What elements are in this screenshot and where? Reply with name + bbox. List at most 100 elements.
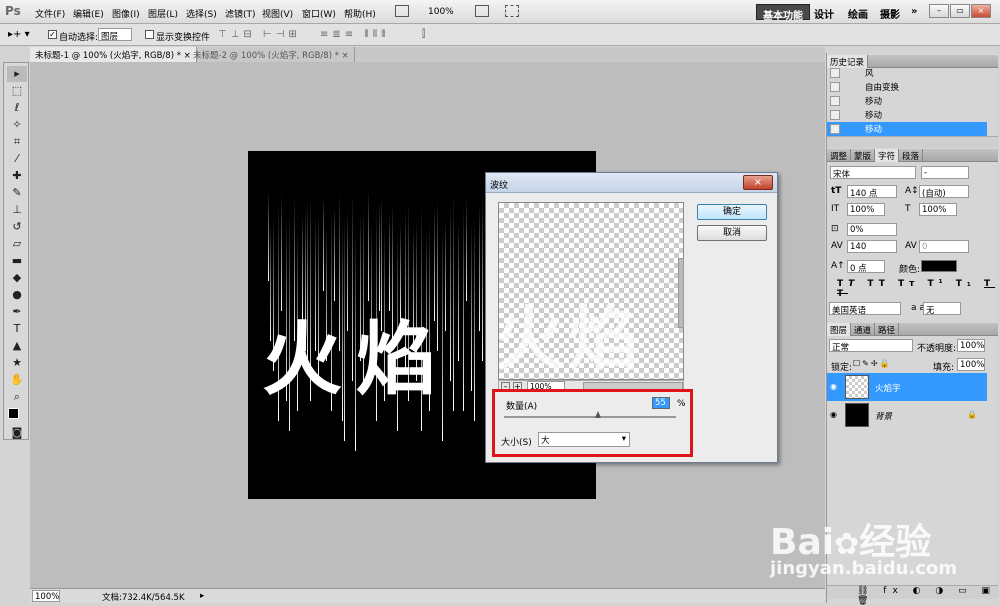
tab-adjustments[interactable]: 调整 bbox=[827, 149, 852, 162]
zoom-level-dropdown[interactable]: 100% bbox=[428, 7, 454, 17]
history-item-selected[interactable]: 移动 bbox=[827, 122, 987, 136]
type-tool-icon[interactable]: T bbox=[7, 321, 27, 337]
streak-line bbox=[458, 221, 459, 361]
gradient-tool-icon[interactable]: ▬ bbox=[7, 253, 27, 269]
fill-field[interactable]: 100% bbox=[957, 358, 985, 371]
eraser-tool-icon[interactable]: ▱ bbox=[7, 236, 27, 252]
pen-tool-icon[interactable]: ✒ bbox=[7, 304, 27, 320]
marquee-tool-icon[interactable]: ⬚ bbox=[7, 83, 27, 99]
layer-row-background[interactable]: ◉ 背景 🔒 bbox=[827, 401, 987, 429]
text-style-buttons[interactable]: TT TT Tт T¹ T₁ T T bbox=[837, 279, 997, 299]
dodge-tool-icon[interactable]: ● bbox=[7, 287, 27, 303]
clone-stamp-icon[interactable]: ⊥ bbox=[7, 202, 27, 218]
font-size-field[interactable]: 140 点 bbox=[847, 185, 897, 198]
tab-layers[interactable]: 图层 bbox=[827, 323, 852, 336]
shape-tool-icon[interactable]: ★ bbox=[7, 355, 27, 371]
lock-icons[interactable]: ☐✎✢🔒 bbox=[853, 359, 892, 368]
lasso-tool-icon[interactable]: ℓ bbox=[7, 100, 27, 116]
workspace-more[interactable]: » bbox=[905, 4, 923, 20]
tab-paths[interactable]: 路径 bbox=[875, 323, 900, 336]
workspace-design[interactable]: 设计 bbox=[808, 4, 840, 21]
brush-tool-icon[interactable]: ✎ bbox=[7, 185, 27, 201]
tab-paragraph[interactable]: 段落 bbox=[899, 149, 924, 162]
font-style-dropdown[interactable]: - bbox=[921, 166, 969, 179]
language-dropdown[interactable]: 美国英语 bbox=[829, 302, 901, 315]
hand-tool-icon[interactable]: ✋ bbox=[7, 372, 27, 388]
antialias-dropdown[interactable]: 无 bbox=[923, 302, 961, 315]
history-item[interactable]: 风 bbox=[827, 66, 987, 80]
preview-scrollbar[interactable] bbox=[678, 258, 684, 328]
show-transform-checkbox[interactable] bbox=[145, 30, 154, 39]
cancel-button[interactable]: 取消 bbox=[697, 225, 767, 241]
tab-masks[interactable]: 蒙版 bbox=[851, 149, 876, 162]
eye-icon[interactable]: ◉ bbox=[830, 410, 840, 419]
vertical-scale-field[interactable]: 100% bbox=[847, 203, 885, 216]
menu-help[interactable]: 帮助(H) bbox=[344, 7, 376, 20]
quick-mask-icon[interactable]: ◙ bbox=[7, 425, 27, 441]
document-size: 文档:732.4K/564.5K bbox=[102, 593, 185, 603]
tsume-field[interactable]: 0% bbox=[847, 223, 897, 236]
move-tool-icon[interactable]: ▸ bbox=[7, 66, 27, 82]
leading-field[interactable]: (自动) bbox=[919, 185, 969, 198]
zoom-tool-icon[interactable]: ⌕ bbox=[7, 389, 27, 405]
minimize-icon[interactable]: – bbox=[929, 4, 949, 18]
restore-icon[interactable]: ▭ bbox=[950, 4, 970, 18]
history-item[interactable]: 移动 bbox=[827, 108, 987, 122]
eye-icon[interactable]: ◉ bbox=[830, 382, 840, 391]
eyedropper-icon[interactable]: ⁄ bbox=[7, 151, 27, 167]
history-item[interactable]: 自由变换 bbox=[827, 80, 987, 94]
menu-image[interactable]: 图像(I) bbox=[112, 7, 140, 20]
workspace-photography[interactable]: 摄影 bbox=[874, 4, 906, 21]
layer-row-fire-text[interactable]: ◉ 火焰字 bbox=[827, 373, 987, 401]
tab-close-icon[interactable]: × bbox=[342, 51, 349, 61]
baseline-field[interactable]: 0 点 bbox=[847, 260, 885, 273]
filter-preview[interactable]: 火焰 bbox=[498, 202, 684, 380]
menu-select[interactable]: 选择(S) bbox=[186, 7, 217, 20]
menu-view[interactable]: 视图(V) bbox=[262, 7, 293, 20]
horizontal-scale-field[interactable]: 100% bbox=[919, 203, 957, 216]
move-tool-preset-icon[interactable]: ▸+ ▾ bbox=[8, 29, 30, 40]
menu-window[interactable]: 窗口(W) bbox=[302, 7, 336, 20]
distribute-icons[interactable]: ≡≣≡ ⦀⦀⦀ bbox=[320, 29, 390, 40]
opacity-field[interactable]: 100% bbox=[957, 339, 985, 352]
history-brush-icon[interactable]: ↺ bbox=[7, 219, 27, 235]
blur-tool-icon[interactable]: ◆ bbox=[7, 270, 27, 286]
tab-character[interactable]: 字符 bbox=[875, 149, 900, 162]
path-select-icon[interactable]: ▲ bbox=[7, 338, 27, 354]
status-zoom[interactable]: 100% bbox=[32, 590, 60, 602]
workspace-painting[interactable]: 绘画 bbox=[842, 4, 874, 21]
magic-wand-icon[interactable]: ✧ bbox=[7, 117, 27, 133]
menu-edit[interactable]: 编辑(E) bbox=[73, 7, 104, 20]
tab-doc-1[interactable]: 未标题-1 @ 100% (火焰字, RGB/8) * × bbox=[30, 47, 197, 62]
dialog-titlebar[interactable]: 波纹 × bbox=[486, 173, 777, 193]
auto-align-icon[interactable]: ⫿ bbox=[422, 29, 425, 40]
healing-brush-icon[interactable]: ✚ bbox=[7, 168, 27, 184]
text-color-swatch[interactable] bbox=[921, 260, 957, 272]
font-family-dropdown[interactable]: 宋体 bbox=[830, 166, 916, 179]
close-icon[interactable]: × bbox=[971, 4, 991, 18]
crop-tool-icon[interactable]: ⌗ bbox=[7, 134, 27, 150]
tab-doc-2[interactable]: 未标题-2 @ 100% (火焰字, RGB/8) * × bbox=[188, 47, 355, 62]
status-menu-icon[interactable]: ▸ bbox=[200, 591, 204, 601]
screen-mode-icon[interactable] bbox=[395, 5, 409, 17]
dialog-close-button[interactable]: × bbox=[743, 175, 773, 190]
layers-footer-icons[interactable]: ⛓ fx ◐ ◑ ▭ ▣ 🗑 bbox=[827, 585, 998, 606]
workspace-essentials[interactable]: 基本功能 bbox=[756, 4, 810, 22]
tab-channels[interactable]: 通道 bbox=[851, 323, 876, 336]
history-item[interactable]: 移动 bbox=[827, 94, 987, 108]
menu-layer[interactable]: 图层(L) bbox=[148, 7, 178, 20]
kerning-field[interactable]: 0 bbox=[919, 240, 969, 253]
tracking-field[interactable]: 140 bbox=[847, 240, 897, 253]
align-icons[interactable]: ⊤⊥⊟ ⊢⊣⊞ bbox=[218, 29, 301, 40]
blend-mode-dropdown[interactable]: 正常 bbox=[829, 339, 913, 352]
menu-file[interactable]: 文件(F) bbox=[35, 7, 65, 20]
auto-select-checkbox[interactable]: ✓ bbox=[48, 30, 57, 39]
foreground-color-swatch[interactable] bbox=[8, 408, 19, 419]
extras-icon[interactable] bbox=[505, 5, 519, 17]
arrange-docs-icon[interactable] bbox=[475, 5, 489, 17]
highlight-box bbox=[492, 389, 693, 457]
auto-select-dropdown[interactable]: 图层 bbox=[98, 28, 132, 41]
ok-button[interactable]: 确定 bbox=[697, 204, 767, 220]
streak-line bbox=[368, 191, 369, 301]
menu-filter[interactable]: 滤镜(T) bbox=[225, 7, 256, 20]
